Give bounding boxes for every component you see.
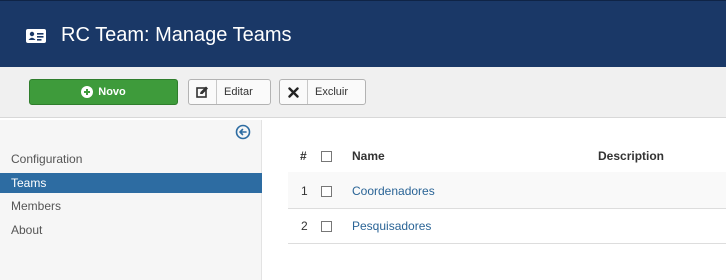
close-icon bbox=[280, 80, 308, 104]
sidebar: Configuration Teams Members About bbox=[0, 120, 262, 280]
sidebar-item-about[interactable]: About bbox=[0, 221, 262, 239]
row-divider bbox=[288, 243, 726, 244]
row-number: 2 bbox=[301, 219, 308, 233]
new-button-label: Novo bbox=[98, 86, 126, 98]
plus-circle-icon bbox=[81, 86, 94, 98]
sidebar-item-teams[interactable]: Teams bbox=[0, 173, 262, 193]
column-header-name[interactable]: Name bbox=[352, 149, 385, 163]
delete-button-label: Excluir bbox=[315, 86, 349, 98]
new-button[interactable]: Novo bbox=[29, 79, 178, 105]
team-name-link[interactable]: Coordenadores bbox=[352, 184, 435, 198]
row-divider bbox=[288, 208, 726, 209]
sidebar-item-configuration[interactable]: Configuration bbox=[0, 149, 262, 169]
address-card-icon bbox=[26, 29, 46, 43]
row-number: 1 bbox=[301, 184, 308, 198]
row-checkbox[interactable] bbox=[321, 221, 332, 232]
page-title: RC Team: Manage Teams bbox=[61, 24, 292, 46]
page-header: RC Team: Manage Teams bbox=[0, 0, 726, 67]
column-header-number: # bbox=[300, 149, 307, 163]
column-header-description[interactable]: Description bbox=[598, 149, 664, 163]
sidebar-item-members[interactable]: Members bbox=[0, 197, 262, 215]
edit-button-label: Editar bbox=[224, 86, 253, 98]
row-checkbox[interactable] bbox=[321, 186, 332, 197]
select-all-checkbox[interactable] bbox=[321, 151, 332, 162]
toolbar: Novo Editar Excluir bbox=[0, 67, 726, 118]
delete-button[interactable]: Excluir bbox=[279, 79, 366, 105]
edit-button[interactable]: Editar bbox=[188, 79, 271, 105]
edit-icon bbox=[189, 80, 217, 104]
collapse-sidebar-icon[interactable] bbox=[235, 124, 251, 140]
team-name-link[interactable]: Pesquisadores bbox=[352, 219, 431, 233]
